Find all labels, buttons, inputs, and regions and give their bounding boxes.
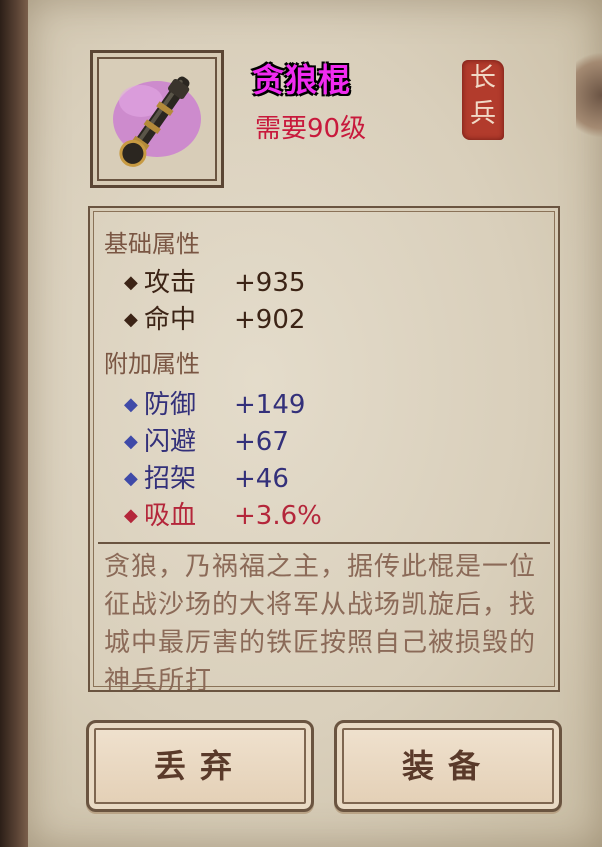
diamond-bullet-icon: ◆	[124, 505, 138, 526]
stat-name: 闪避	[144, 427, 197, 457]
extra-attributes-title: 附加属性	[104, 350, 200, 378]
close-knob-icon[interactable]	[576, 40, 602, 150]
weapon-category-seal: 长兵	[462, 60, 504, 140]
diamond-bullet-icon: ◆	[124, 394, 138, 415]
stat-value: +46	[234, 464, 289, 494]
stat-row-accuracy: ◆ 命中 +902	[124, 299, 305, 336]
stat-name: 招架	[144, 464, 197, 494]
base-attributes-title: 基础属性	[104, 230, 200, 258]
stat-row-lifesteal: ◆ 吸血 +3.6%	[124, 495, 322, 532]
item-name: 贪狼棍	[252, 61, 352, 99]
stat-value: +3.6%	[234, 501, 322, 531]
category-label: 长兵	[469, 63, 496, 129]
diamond-bullet-icon: ◆	[124, 468, 138, 489]
stat-row-parry: ◆ 招架 +46	[124, 458, 289, 495]
stat-name: 吸血	[144, 501, 197, 531]
stat-value: +935	[234, 268, 306, 298]
level-requirement: 需要90级	[255, 114, 367, 144]
panel-left-edge	[0, 0, 28, 847]
stat-row-defense: ◆ 防御 +149	[124, 384, 305, 421]
stat-name: 攻击	[144, 268, 197, 298]
drop-button[interactable]: 丢弃	[86, 720, 314, 812]
staff-weapon-icon	[113, 76, 201, 167]
diamond-bullet-icon: ◆	[124, 272, 138, 293]
section-divider	[98, 542, 550, 544]
stat-name: 命中	[144, 305, 197, 335]
item-icon-frame	[90, 50, 224, 188]
stat-value: +902	[234, 305, 306, 335]
diamond-bullet-icon: ◆	[124, 431, 138, 452]
stat-value: +67	[234, 427, 289, 457]
diamond-bullet-icon: ◆	[124, 309, 138, 330]
equip-button[interactable]: 装备	[334, 720, 562, 812]
stat-value: +149	[234, 390, 306, 420]
attributes-panel[interactable]: 基础属性 ◆ 攻击 +935 ◆ 命中 +902 附加属性 ◆ 防御 +149 ◆ 闪避 +67…	[88, 206, 560, 692]
stat-name: 防御	[144, 390, 197, 420]
stat-row-dodge: ◆ 闪避 +67	[124, 421, 289, 458]
item-description: 贪狼，乃祸福之主，据传此棍是一位征战沙场的大将军从战场凯旋后，找城中最厉害的铁匠…	[104, 552, 537, 692]
stat-row-attack: ◆ 攻击 +935	[124, 262, 305, 299]
